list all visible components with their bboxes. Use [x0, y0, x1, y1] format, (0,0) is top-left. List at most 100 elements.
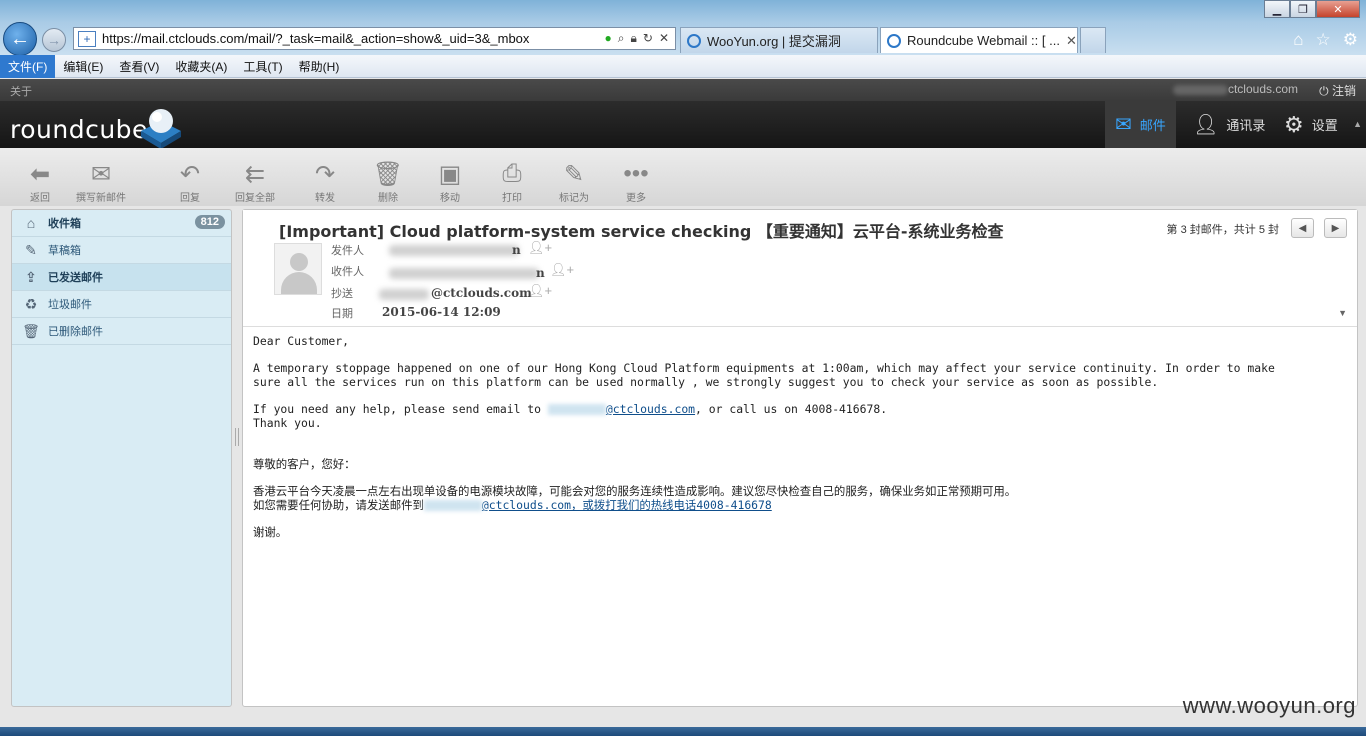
print-label: 打印 — [502, 193, 522, 204]
folder-trash[interactable]: 🗑︎ 已删除邮件 — [12, 318, 231, 345]
close-tab-icon[interactable]: ✕ — [1066, 33, 1077, 49]
back-arrow-icon[interactable]: ← — [3, 22, 37, 56]
cn-support-email-link[interactable]: @ctclouds.com，或拨打我们的热线电话4008-416678 — [482, 498, 772, 512]
reply-all-icon: ⇇ — [244, 160, 266, 188]
tools-gear-icon[interactable]: ⚙ — [1343, 30, 1358, 50]
ie-page-icon — [687, 33, 701, 48]
mark-button[interactable]: ✎ 标记为 — [554, 160, 594, 205]
cn-help-prefix: 如您需要任何协助，请发送邮件到 — [253, 498, 424, 512]
add-contact-icon[interactable]: 👤︎+ — [528, 240, 552, 256]
add-contact-icon[interactable]: 👤︎+ — [550, 262, 574, 278]
compose-button[interactable]: ✉ 撰写新邮件 — [73, 160, 129, 205]
mark-label: 标记为 — [559, 193, 589, 204]
cc-label: 抄送 — [331, 288, 353, 300]
tab-wooyun[interactable]: WooYun.org | 提交漏洞 — [680, 27, 878, 53]
compose-icon: ✉ — [90, 160, 112, 188]
forward-button[interactable]: ↷ 转发 — [302, 160, 348, 205]
add-page-icon[interactable]: + — [78, 30, 96, 47]
folder-label: 已发送邮件 — [48, 272, 103, 284]
body-cn-help-line: 如您需要任何协助，请发送邮件到 @ctclouds.com，或拨打我们的热线电话4… — [253, 498, 1343, 512]
folder-drafts[interactable]: ✎ 草稿箱 — [12, 237, 231, 264]
compose-label: 撰写新邮件 — [76, 193, 126, 204]
from-value-tail[interactable]: n — [512, 243, 521, 257]
inbox-icon: ⌂ — [26, 215, 36, 231]
support-email-link[interactable]: @ctclouds.com — [606, 402, 695, 416]
power-icon: ⏻ — [1319, 84, 1329, 98]
reply-all-label: 回复全部 — [235, 193, 275, 204]
tab-roundcube[interactable]: Roundcube Webmail :: [ ... ✕ — [880, 27, 1078, 53]
next-message-icon[interactable]: ▶ — [1324, 218, 1347, 238]
folder-inbox[interactable]: ⌂ 收件箱 812 — [12, 210, 231, 237]
body-help-line: If you need any help, please send email … — [253, 402, 1343, 416]
menu-file[interactable]: 文件(F) — [0, 54, 56, 78]
lock-icon[interactable]: 🔒︎ — [630, 31, 636, 46]
add-contact-icon[interactable]: 👤︎+ — [528, 283, 552, 299]
body-greeting: Dear Customer, — [253, 334, 350, 348]
folder-junk[interactable]: ♻ 垃圾邮件 — [12, 291, 231, 318]
reply-all-button[interactable]: ⇇ 回复全部 — [224, 160, 286, 205]
roundcube-logo[interactable]: roundcube — [10, 115, 148, 144]
new-tab-button[interactable] — [1080, 27, 1106, 53]
move-label: 移动 — [440, 193, 460, 204]
top-line: 关于 ctclouds.com ⏻ 注销 — [0, 79, 1366, 101]
pencil-icon: ✎ — [563, 160, 585, 188]
previous-message-icon[interactable]: ◀ — [1291, 218, 1314, 238]
collapse-header-icon[interactable]: ▲ — [1353, 119, 1362, 129]
task-mail[interactable]: ✉ 邮件 — [1105, 101, 1176, 148]
trash-icon: 🗑︎ — [22, 323, 40, 339]
pane-splitter[interactable] — [235, 428, 239, 446]
print-button[interactable]: ⎙ 打印 — [494, 160, 530, 204]
expand-headers-icon[interactable]: ▼ — [1338, 308, 1347, 318]
address-bar[interactable]: + https://mail.ctclouds.com/mail/?_task=… — [73, 27, 676, 50]
about-link[interactable]: 关于 — [10, 83, 32, 99]
menu-edit[interactable]: 编辑(E) — [55, 55, 111, 78]
redacted-email — [423, 500, 482, 511]
body-thanks: Thank you. — [253, 416, 322, 430]
close-icon[interactable]: ✕ — [1316, 0, 1360, 18]
folder-sent[interactable]: ⇪ 已发送邮件 — [12, 264, 231, 291]
reply-button[interactable]: ↶ 回复 — [170, 160, 210, 205]
redacted-email — [547, 404, 606, 415]
favorites-star-icon[interactable]: ☆ — [1316, 30, 1331, 50]
sender-avatar — [274, 243, 322, 295]
refresh-icon[interactable]: ↻ — [643, 31, 653, 46]
folder-label: 已删除邮件 — [48, 326, 103, 338]
move-button[interactable]: ▣ 移动 — [428, 160, 472, 205]
task-contacts[interactable]: 👤︎ 通讯录 — [1183, 101, 1275, 148]
url-text[interactable]: https://mail.ctclouds.com/mail/?_task=ma… — [98, 31, 605, 46]
body-cn-thanks: 谢谢。 — [253, 525, 288, 539]
redacted-recipient — [389, 268, 539, 279]
message-view: [Important] Cloud platform-system servic… — [242, 209, 1358, 707]
user-email: ctclouds.com — [1172, 82, 1298, 96]
folder-label: 垃圾邮件 — [48, 299, 92, 311]
stop-icon[interactable]: ✕ — [659, 31, 669, 46]
search-icon[interactable]: ⌕ — [618, 31, 625, 46]
more-button[interactable]: ••• 更多 — [618, 160, 654, 204]
watermark: www.wooyun.org — [1182, 693, 1356, 718]
minimize-icon[interactable]: ▁ — [1264, 0, 1290, 18]
delete-button[interactable]: 🗑︎ 删除 — [370, 160, 406, 205]
menu-view[interactable]: 查看(V) — [111, 55, 167, 78]
to-value-tail[interactable]: n — [536, 266, 545, 280]
menu-help[interactable]: 帮助(H) — [291, 55, 348, 78]
back-button[interactable]: ⬅ 返回 — [26, 160, 54, 205]
menu-tools[interactable]: 工具(T) — [235, 55, 290, 78]
cc-value[interactable]: @ctclouds.com — [431, 286, 532, 300]
sent-icon: ⇪ — [25, 269, 37, 285]
body-paragraph: A temporary stoppage happened on one of … — [253, 361, 1275, 389]
drafts-icon: ✎ — [25, 242, 37, 258]
user-domain: ctclouds.com — [1227, 82, 1298, 96]
home-icon[interactable]: ⌂ — [1293, 30, 1303, 50]
from-label: 发件人 — [331, 245, 364, 257]
body-cn-paragraph: 香港云平台今天凌晨一点左右出现单设备的电源模块故障，可能会对您的服务连续性造成影… — [253, 484, 1017, 498]
maximize-icon[interactable]: ❐ — [1290, 0, 1316, 18]
reply-label: 回复 — [180, 193, 200, 204]
redacted-sender — [389, 245, 519, 256]
settings-icon: ⚙ — [1284, 111, 1304, 137]
task-settings[interactable]: ⚙ 设置 — [1274, 101, 1348, 148]
logout-button[interactable]: ⏻ 注销 — [1319, 82, 1356, 99]
compat-icon[interactable]: ● — [605, 31, 612, 46]
menu-favorites[interactable]: 收藏夹(A) — [167, 55, 235, 78]
forward-arrow-icon[interactable]: → — [42, 28, 66, 52]
ie-toolbar-icons: ⌂ ☆ ⚙ — [1293, 30, 1358, 50]
